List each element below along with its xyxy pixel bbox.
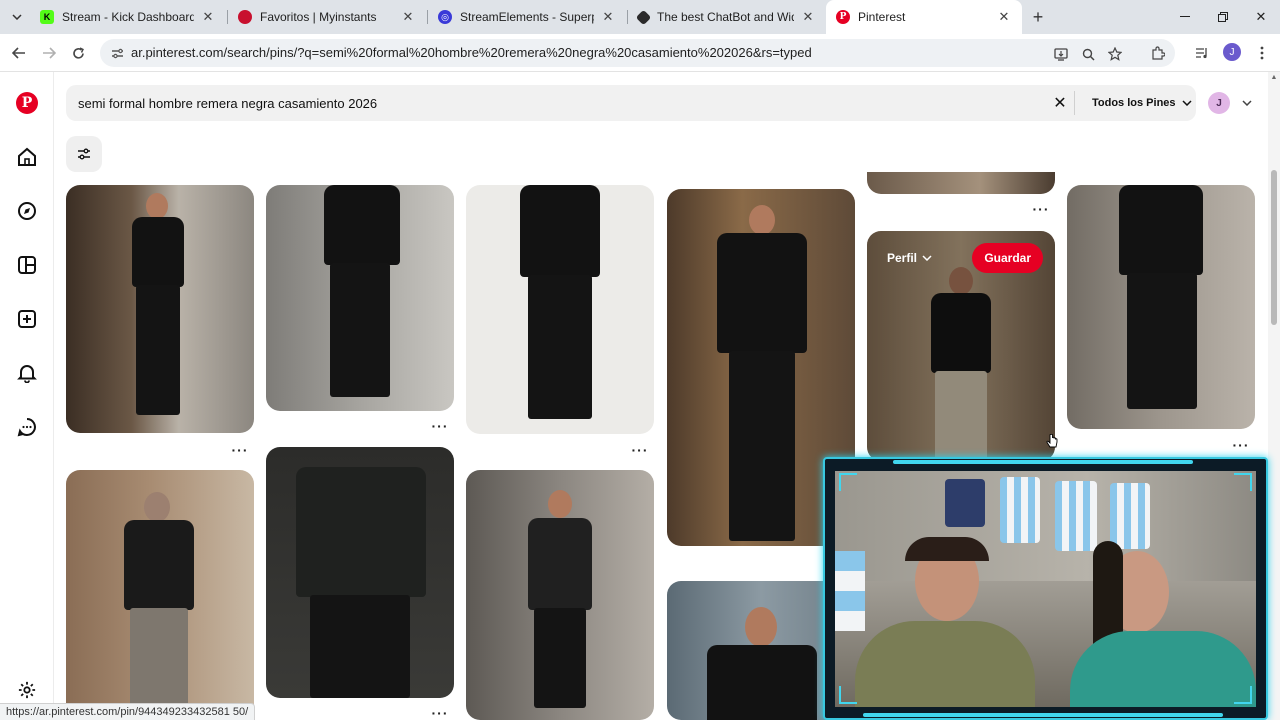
person-left-shirt xyxy=(855,621,1035,707)
pin-profile-label: Perfil xyxy=(887,251,918,265)
close-window-icon[interactable]: ✕ xyxy=(1242,0,1280,34)
zoom-magnifier-icon[interactable] xyxy=(1079,45,1097,63)
boards-icon[interactable] xyxy=(15,253,39,277)
pin-more-options-icon[interactable]: ··· xyxy=(1231,438,1251,452)
pin-image[interactable] xyxy=(1067,185,1255,429)
jersey xyxy=(1110,483,1150,549)
search-scope-dropdown[interactable]: Todos los Pines xyxy=(1092,85,1192,121)
create-plus-icon[interactable] xyxy=(15,307,39,331)
chevron-down-icon xyxy=(922,253,932,264)
address-bar[interactable]: ar.pinterest.com/search/pins/?q=semi%20f… xyxy=(100,39,1175,67)
chevron-down-icon xyxy=(1182,98,1192,109)
notifications-bell-icon[interactable] xyxy=(15,361,39,385)
status-bar-url: https://ar.pinterest.com/pin/94434923343… xyxy=(0,703,256,720)
bookmark-star-icon[interactable] xyxy=(1106,45,1124,63)
jersey xyxy=(1000,477,1040,543)
settings-gear-icon[interactable] xyxy=(15,678,39,702)
tab-search-chevron-icon[interactable] xyxy=(8,8,26,26)
streamelements-favicon-icon: ◎ xyxy=(438,10,452,24)
left-navigation: P xyxy=(0,72,54,720)
tab-kick-dashboard[interactable]: K Stream - Kick Dashboard ✕ xyxy=(30,0,226,34)
account-avatar[interactable]: J xyxy=(1208,92,1230,114)
minimize-window-icon[interactable] xyxy=(1166,0,1204,34)
pinterest-logo-icon[interactable]: P xyxy=(16,92,38,114)
hand-cursor-icon xyxy=(1046,434,1058,448)
close-tab-icon[interactable]: ✕ xyxy=(800,9,816,25)
restore-window-icon[interactable] xyxy=(1204,0,1242,34)
kick-favicon-icon: K xyxy=(40,10,54,24)
pinterest-favicon-icon: P xyxy=(836,10,850,24)
home-icon[interactable] xyxy=(15,145,39,169)
person-right-shirt xyxy=(1070,631,1256,707)
scrollbar-thumb[interactable] xyxy=(1271,170,1277,325)
tab-strip: K Stream - Kick Dashboard ✕ Favoritos | … xyxy=(0,0,1280,34)
tab-chatbot-widgets[interactable]: The best ChatBot and Widgets ✕ xyxy=(628,0,826,34)
tab-myinstants[interactable]: Favoritos | Myinstants ✕ xyxy=(228,0,426,34)
extensions-puzzle-icon[interactable] xyxy=(1148,43,1168,63)
pin-image[interactable] xyxy=(266,185,454,411)
browser-menu-icon[interactable] xyxy=(1252,43,1272,63)
media-control-icon[interactable] xyxy=(1192,43,1212,63)
save-pin-button[interactable]: Guardar xyxy=(972,243,1043,273)
chatbot-favicon-icon xyxy=(635,9,652,25)
pin-more-options-icon[interactable]: ··· xyxy=(230,443,250,457)
pin-more-options-icon[interactable]: ··· xyxy=(1031,202,1051,216)
page-scrollbar[interactable]: ▲ xyxy=(1268,72,1280,720)
account-chevron-down-icon[interactable] xyxy=(1240,94,1254,112)
pin-profile-dropdown[interactable]: Perfil xyxy=(887,251,932,265)
forward-arrow-icon[interactable] xyxy=(39,43,59,63)
new-tab-plus-icon[interactable]: + xyxy=(1028,7,1048,27)
back-arrow-icon[interactable] xyxy=(9,43,29,63)
site-settings-icon[interactable] xyxy=(109,45,125,61)
install-app-icon[interactable] xyxy=(1052,45,1070,63)
search-input[interactable] xyxy=(78,85,1038,121)
browser-toolbar: ar.pinterest.com/search/pins/?q=semi%20f… xyxy=(0,34,1280,72)
person-left-hair xyxy=(905,537,989,561)
filter-sliders-icon xyxy=(78,148,90,160)
scroll-up-arrow-icon[interactable]: ▲ xyxy=(1270,74,1278,82)
pin-image[interactable] xyxy=(867,172,1055,194)
search-scope-label: Todos los Pines xyxy=(1092,97,1176,109)
close-tab-icon[interactable]: ✕ xyxy=(200,9,216,25)
messages-chat-icon[interactable] xyxy=(15,415,39,439)
close-tab-icon[interactable]: ✕ xyxy=(400,9,416,25)
pin-more-options-icon[interactable]: ··· xyxy=(430,706,450,720)
pinterest-search-bar: ✕ Todos los Pines xyxy=(66,85,1196,121)
flag xyxy=(835,551,865,631)
close-tab-icon[interactable]: ✕ xyxy=(600,9,616,25)
url-text[interactable]: ar.pinterest.com/search/pins/?q=semi%20f… xyxy=(131,45,812,60)
jersey xyxy=(945,479,985,527)
pin-image[interactable] xyxy=(66,470,254,720)
webcam-overlay xyxy=(823,457,1268,720)
pin-image[interactable] xyxy=(466,185,654,434)
close-tab-icon[interactable]: ✕ xyxy=(996,9,1012,25)
pin-more-options-icon[interactable]: ··· xyxy=(430,419,450,433)
tab-pinterest[interactable]: P Pinterest ✕ xyxy=(826,0,1022,34)
pin-image[interactable] xyxy=(66,185,254,433)
explore-compass-icon[interactable] xyxy=(15,199,39,223)
pin-image[interactable] xyxy=(266,447,454,698)
pin-more-options-icon[interactable]: ··· xyxy=(630,443,650,457)
tab-streamelements[interactable]: ◎ StreamElements - Superposicio ✕ xyxy=(428,0,626,34)
myinstants-favicon-icon xyxy=(238,10,252,24)
clear-search-icon[interactable]: ✕ xyxy=(1050,93,1070,113)
pin-image-hovered[interactable]: Perfil Guardar xyxy=(867,231,1055,461)
filters-button[interactable] xyxy=(66,136,102,172)
reload-icon[interactable] xyxy=(68,43,88,63)
pin-image[interactable] xyxy=(466,470,654,720)
search-divider xyxy=(1074,91,1075,115)
webcam-video xyxy=(835,471,1256,707)
jersey xyxy=(1055,481,1097,551)
browser-profile-avatar[interactable]: J xyxy=(1223,43,1241,61)
